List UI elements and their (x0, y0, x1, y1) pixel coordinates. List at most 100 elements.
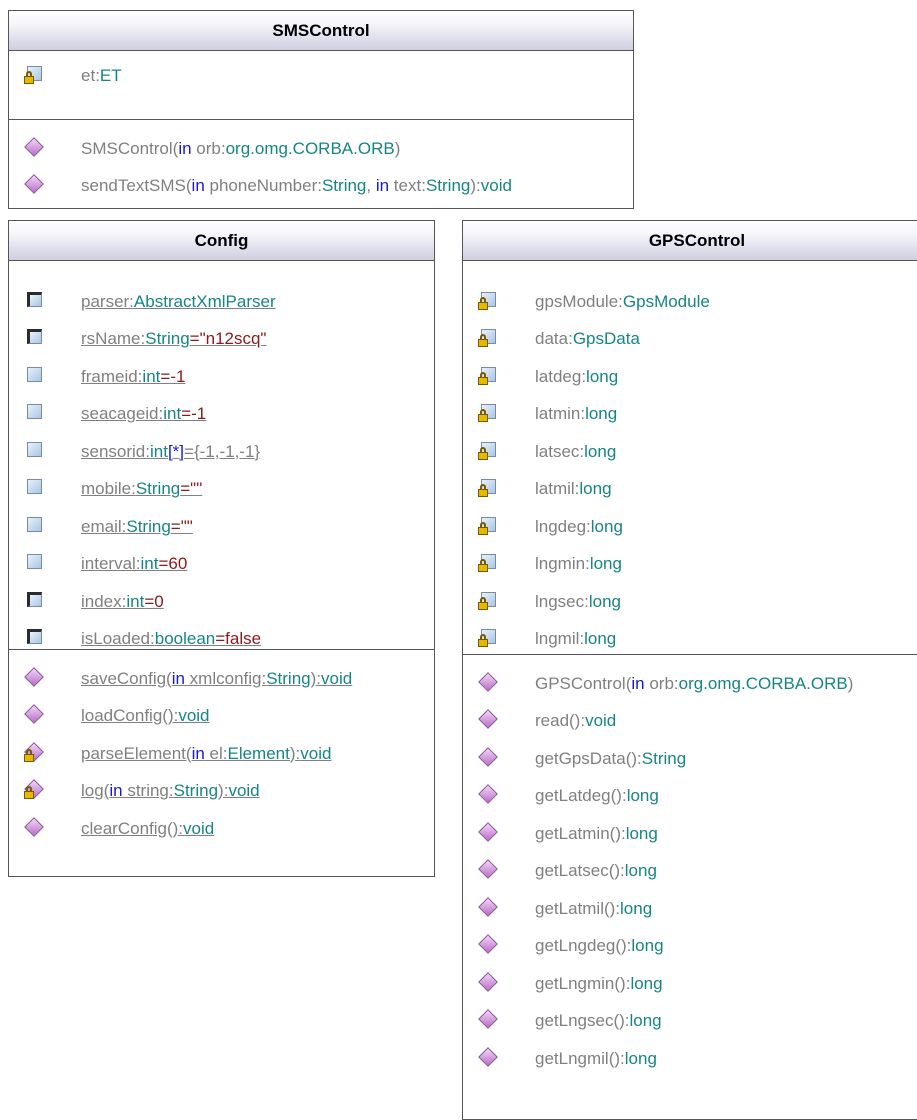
operation-row[interactable]: getLatsec():long (463, 853, 917, 891)
private-field-icon (477, 438, 505, 466)
attribute-text: seacageid:int=-1 (81, 404, 207, 424)
public-method-icon (477, 707, 505, 735)
operation-text: getLatsec():long (535, 861, 657, 881)
operations-compartment: SMSControl(in orb:org.omg.CORBA.ORB) send… (9, 120, 633, 205)
protected-field-icon (23, 588, 51, 616)
public-method-icon (477, 820, 505, 848)
public-method-icon (477, 745, 505, 773)
private-method-icon (23, 777, 51, 805)
attribute-row[interactable]: latmin:long (463, 396, 917, 434)
private-field-icon (477, 288, 505, 316)
class-gpscontrol[interactable]: GPSControl gpsModule:GpsModule data:GpsDa… (462, 220, 917, 1120)
operation-text: saveConfig(in xmlconfig:String):void (81, 668, 353, 688)
public-method-icon (477, 970, 505, 998)
private-field-icon (477, 475, 505, 503)
attribute-row[interactable]: sensorid:int[*]={-1,-1,-1} (9, 433, 434, 471)
operation-row[interactable]: log(in string:String):void (9, 773, 434, 811)
attribute-row[interactable]: lngmil:long (463, 621, 917, 659)
attribute-row[interactable]: latsec:long (463, 433, 917, 471)
attribute-text: latmil:long (535, 479, 612, 499)
private-field-icon (477, 588, 505, 616)
public-field-icon (23, 513, 51, 541)
attribute-text: mobile:String="" (81, 479, 203, 499)
attribute-row[interactable]: isLoaded:boolean=false (9, 621, 434, 659)
operation-text: loadConfig():void (81, 706, 210, 726)
attribute-text: lngdeg:long (535, 516, 623, 536)
public-method-icon (23, 702, 51, 730)
protected-field-icon (23, 325, 51, 353)
attribute-text: sensorid:int[*]={-1,-1,-1} (81, 441, 261, 461)
operation-text: SMSControl(in orb:org.omg.CORBA.ORB) (81, 138, 401, 158)
operation-row[interactable]: loadConfig():void (9, 698, 434, 736)
operation-row[interactable]: getLatmil():long (463, 890, 917, 928)
attribute-row[interactable]: lngdeg:long (463, 508, 917, 546)
operation-text: clearConfig():void (81, 818, 215, 838)
attribute-row[interactable]: et:ET (9, 57, 633, 95)
public-method-icon (477, 1045, 505, 1073)
attributes-compartment: et:ET (9, 51, 633, 120)
attribute-text: frameid:int=-1 (81, 366, 186, 386)
attribute-row[interactable]: lngmin:long (463, 546, 917, 584)
attribute-row[interactable]: latdeg:long (463, 358, 917, 396)
class-config[interactable]: Config parser:AbstractXmlParser rsName:St… (8, 220, 435, 877)
operation-row[interactable]: clearConfig():void (9, 810, 434, 848)
private-field-icon (477, 363, 505, 391)
private-method-icon (23, 740, 51, 768)
operation-text: getLngsec():long (535, 1011, 662, 1031)
class-name: Config (9, 221, 434, 261)
public-field-icon (23, 400, 51, 428)
operation-text: getLngmil():long (535, 1048, 657, 1068)
operation-row[interactable]: parseElement(in el:Element):void (9, 735, 434, 773)
operation-text: log(in string:String):void (81, 781, 260, 801)
attribute-row[interactable]: parser:AbstractXmlParser (9, 283, 434, 321)
attribute-row[interactable]: latmil:long (463, 471, 917, 509)
attribute-text: data:GpsData (535, 329, 640, 349)
protected-field-icon (23, 288, 51, 316)
attribute-row[interactable]: rsName:String="n12scq" (9, 321, 434, 359)
attribute-row[interactable]: frameid:int=-1 (9, 358, 434, 396)
operation-row[interactable]: getLngmin():long (463, 965, 917, 1003)
operation-row[interactable]: getLngsec():long (463, 1003, 917, 1041)
operation-row[interactable]: getLngmil():long (463, 1040, 917, 1078)
operation-row[interactable]: getLatdeg():long (463, 778, 917, 816)
operation-row[interactable]: getGpsData():String (463, 740, 917, 778)
class-smscontrol[interactable]: SMSControl et:ET SMSControl(in orb:org.o… (8, 10, 634, 209)
private-field-icon (23, 62, 51, 90)
attribute-text: rsName:String="n12scq" (81, 329, 267, 349)
protected-field-icon (23, 625, 51, 653)
attribute-row[interactable]: email:String="" (9, 508, 434, 546)
operation-row[interactable]: GPSControl(in orb:org.omg.CORBA.ORB) (463, 665, 917, 703)
attribute-text: parser:AbstractXmlParser (81, 291, 276, 311)
public-field-icon (23, 475, 51, 503)
attribute-text: lngmin:long (535, 554, 622, 574)
operation-text: getLngmin():long (535, 973, 663, 993)
attributes-compartment: gpsModule:GpsModule data:GpsData latdeg:lo… (463, 261, 917, 655)
operation-text: getLatmin():long (535, 823, 658, 843)
attribute-text: lngmil:long (535, 629, 617, 649)
attribute-row[interactable]: interval:int=60 (9, 546, 434, 584)
attribute-row[interactable]: index:int=0 (9, 583, 434, 621)
private-field-icon (477, 550, 505, 578)
attribute-text: latsec:long (535, 441, 617, 461)
attribute-text: lngsec:long (535, 591, 622, 611)
attribute-row[interactable]: lngsec:long (463, 583, 917, 621)
operation-row[interactable]: sendTextSMS(in phoneNumber:String, in te… (9, 168, 633, 206)
attribute-text: index:int=0 (81, 591, 164, 611)
operation-row[interactable]: getLngdeg():long (463, 928, 917, 966)
attribute-row[interactable]: mobile:String="" (9, 471, 434, 509)
operation-row[interactable]: SMSControl(in orb:org.omg.CORBA.ORB) (9, 130, 633, 168)
public-field-icon (23, 550, 51, 578)
operation-row[interactable]: saveConfig(in xmlconfig:String):void (9, 660, 434, 698)
attribute-row[interactable]: data:GpsData (463, 321, 917, 359)
operation-text: getLatdeg():long (535, 786, 659, 806)
attribute-row[interactable]: seacageid:int=-1 (9, 396, 434, 434)
operation-row[interactable]: read():void (463, 703, 917, 741)
operation-text: getLngdeg():long (535, 936, 664, 956)
operations-compartment: GPSControl(in orb:org.omg.CORBA.ORB) read… (463, 655, 917, 1078)
class-name: GPSControl (463, 221, 917, 261)
operation-text: getGpsData():String (535, 748, 687, 768)
operation-row[interactable]: getLatmin():long (463, 815, 917, 853)
attribute-row[interactable]: gpsModule:GpsModule (463, 283, 917, 321)
attribute-text: isLoaded:boolean=false (81, 629, 262, 649)
attribute-text: gpsModule:GpsModule (535, 291, 710, 311)
